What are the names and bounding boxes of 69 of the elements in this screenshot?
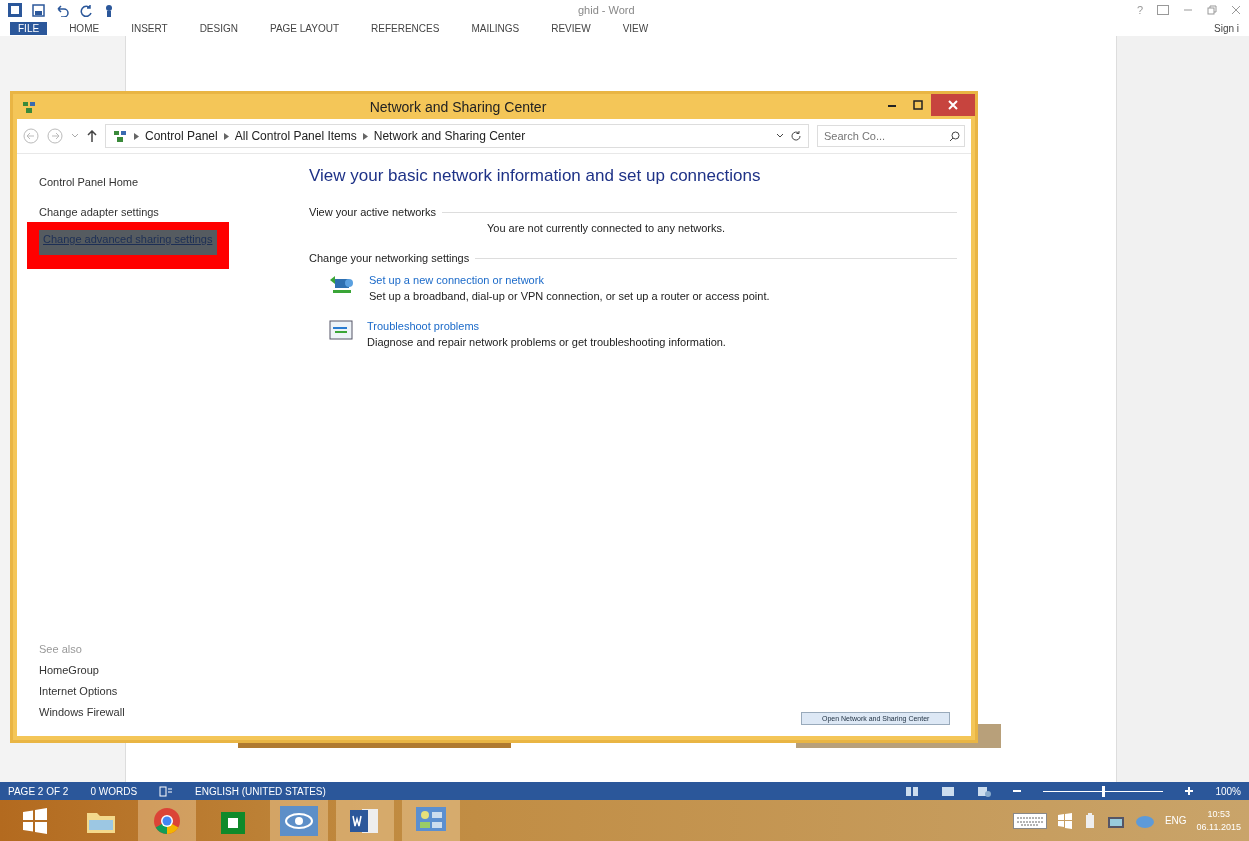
windows-icon [22,807,48,834]
ribbon-tab[interactable]: MAILINGS [463,21,528,35]
flag-icon[interactable] [1056,812,1073,829]
ribbon-display-icon[interactable] [1157,5,1169,15]
close-icon [948,100,958,110]
task-description: Set up a broadband, dial-up or VPN connection, or set up a router or access point. [369,290,770,302]
page-count[interactable]: PAGE 2 OF 2 [8,785,69,797]
maximize-icon [913,100,923,110]
proofing-icon[interactable] [159,785,174,797]
up-arrow-icon[interactable] [87,130,97,142]
ribbon-tab[interactable]: REVIEW [543,21,599,35]
sidebar-link[interactable]: Control Panel Home [39,176,289,188]
zoom-level[interactable]: 100% [1215,785,1241,797]
chrome-icon [153,806,181,835]
word-icon [8,3,22,17]
section-title: View your active networks [309,206,436,218]
address-bar[interactable]: Control Panel All Control Panel Items Network and Sharing Center [105,124,809,148]
network-icon [112,129,128,143]
sign-in-link[interactable]: Sign i [1214,22,1239,34]
sidebar-link[interactable]: Change adapter settings [39,206,289,218]
breadcrumb-item[interactable]: All Control Panel Items [234,129,357,143]
ribbon-tab[interactable]: DESIGN [191,21,246,35]
status-message: You are not currently connected to any networks. [486,221,727,236]
chevron-right-icon [362,132,368,140]
see-also-link[interactable]: Internet Options [39,685,289,697]
print-layout-icon[interactable] [941,785,956,797]
search-field[interactable]: Search Co... [817,125,965,147]
page-heading: View your basic network information and set up connections [309,166,762,186]
refresh-icon[interactable] [790,130,802,142]
ribbon-tab[interactable]: PAGE LAYOUT [261,21,348,35]
word-icon [350,806,380,835]
web-layout-icon[interactable] [977,785,992,797]
troubleshoot-icon [329,320,353,340]
ribbon-tab[interactable]: HOME [61,21,108,35]
chevron-right-icon [134,132,139,140]
task-description: Diagnose and repair network problems or get troubleshooting information. [367,336,726,348]
language-indicator[interactable]: ENGLISH (UNITED STATES) [195,785,326,797]
breadcrumb-item[interactable]: Network and Sharing Center [373,129,526,143]
section-title: Change your networking settings [309,252,470,264]
see-also-link[interactable]: HomeGroup [39,664,289,676]
ribbon-tab[interactable]: REFERENCES [363,21,448,35]
breadcrumb-item[interactable]: Control Panel [145,129,218,143]
ribbon-tab[interactable]: VIEW [614,21,657,35]
word-count[interactable]: 0 WORDS [90,785,138,797]
network-icon [21,99,37,114]
keyboard-icon[interactable] [1012,812,1047,829]
eye-icon [280,805,318,836]
save-icon[interactable] [32,3,45,17]
ribbon-tab[interactable]: INSERT [123,21,176,35]
taskbar-app[interactable] [270,800,328,841]
see-also-label: See also [39,643,83,655]
undo-icon[interactable] [55,3,69,17]
task-link[interactable]: Troubleshoot problems [367,320,726,332]
zoom-in-icon[interactable] [1185,787,1194,795]
search-icon [949,130,960,142]
dropdown-icon[interactable] [776,133,784,139]
window-title: Network and Sharing Center [368,98,548,115]
close-button[interactable] [931,94,975,116]
ribbon-tab[interactable]: FILE [10,21,48,35]
read-mode-icon[interactable] [905,785,920,797]
task-link[interactable]: Set up a new connection or network [369,274,770,286]
zoom-out-icon[interactable] [1013,787,1022,795]
chevron-right-icon [223,132,229,140]
close-icon[interactable] [1231,5,1241,15]
taskbar-app[interactable] [336,800,394,841]
see-also-link[interactable]: Windows Firewall [39,706,289,718]
redo-icon[interactable] [79,3,93,17]
window-title: ghid - Word [578,4,636,16]
taskbar-app[interactable] [138,800,196,841]
